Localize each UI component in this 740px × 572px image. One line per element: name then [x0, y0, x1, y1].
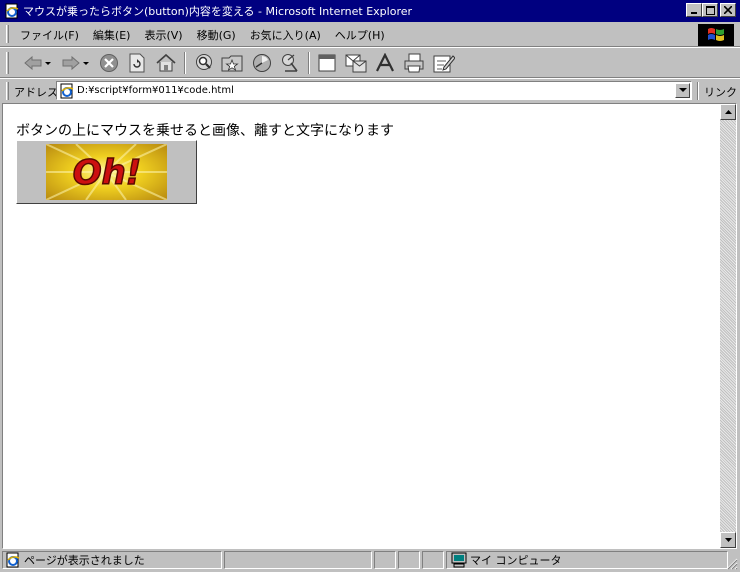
- fullscreen-button[interactable]: [316, 52, 338, 74]
- search-icon: [196, 54, 212, 70]
- history-button[interactable]: [250, 52, 274, 74]
- toolbar-separator: [308, 52, 310, 74]
- window-title: マウスが乗ったらボタン(button)内容を変える - Microsoft In…: [23, 5, 413, 18]
- close-button[interactable]: [720, 3, 736, 17]
- font-size-button[interactable]: [374, 52, 396, 74]
- back-button[interactable]: [20, 52, 54, 74]
- oh-image: Oh!: [46, 144, 167, 200]
- menu-edit[interactable]: 編集(E): [93, 27, 131, 43]
- print-button[interactable]: [402, 52, 426, 74]
- address-bar: アドレス リンク: [0, 78, 740, 102]
- address-label: アドレス: [14, 86, 58, 99]
- address-field[interactable]: [56, 81, 692, 100]
- links-grip[interactable]: [697, 82, 699, 100]
- oh-image-text: Oh!: [73, 153, 142, 193]
- windows-logo-throbber: [698, 24, 734, 46]
- windows-logo-icon: [708, 28, 724, 41]
- web-page: ボタンの上にマウスを乗せると画像、離すと文字になります Oh!: [3, 104, 719, 548]
- address-input[interactable]: [77, 83, 657, 97]
- menu-help[interactable]: ヘルプ(H): [335, 27, 385, 43]
- toolbar-separator: [184, 52, 186, 74]
- scroll-up-button[interactable]: [720, 104, 736, 120]
- printer-icon: [404, 53, 424, 73]
- addressbar-grip[interactable]: [6, 82, 9, 100]
- menubar-grip[interactable]: [6, 25, 9, 43]
- ie-page-icon: [5, 3, 19, 19]
- mail-icon: [345, 54, 367, 73]
- address-dropdown-button[interactable]: [675, 83, 690, 98]
- status-message: ページが表示されました: [24, 554, 145, 567]
- maximize-icon: [705, 5, 715, 15]
- page-instruction-text: ボタンの上にマウスを乗せると画像、離すと文字になります: [16, 123, 394, 139]
- close-icon: [724, 6, 732, 14]
- refresh-button[interactable]: [126, 52, 148, 74]
- edit-button[interactable]: [432, 52, 456, 74]
- channels-button[interactable]: [278, 52, 302, 74]
- home-button[interactable]: [154, 52, 178, 74]
- browser-content-frame: ボタンの上にマウスを乗せると画像、離すと文字になります Oh!: [2, 103, 737, 549]
- ie-page-icon: [60, 83, 74, 99]
- status-progress-panel: [224, 551, 372, 569]
- title-bar[interactable]: マウスが乗ったらボタン(button)内容を変える - Microsoft In…: [0, 0, 740, 22]
- image-toggle-button[interactable]: Oh!: [16, 140, 197, 204]
- chevron-down-icon: [678, 88, 687, 92]
- status-panel-empty: [422, 551, 444, 569]
- menu-favorites[interactable]: お気に入り(A): [250, 27, 321, 43]
- stop-icon: [100, 54, 118, 72]
- minimize-icon: [691, 12, 697, 14]
- standard-toolbar: [0, 47, 740, 78]
- scroll-down-button[interactable]: [720, 532, 736, 548]
- menu-file[interactable]: ファイル(F): [20, 27, 79, 43]
- history-icon: [253, 54, 271, 72]
- minimize-button[interactable]: [686, 3, 702, 17]
- status-zone-panel: マイ コンピュータ: [446, 551, 728, 569]
- menu-view[interactable]: 表示(V): [144, 27, 182, 43]
- links-button[interactable]: リンク: [704, 84, 737, 100]
- fullscreen-icon: [318, 54, 336, 72]
- mail-button[interactable]: [344, 52, 368, 74]
- search-button[interactable]: [192, 52, 216, 74]
- ie-page-icon: [6, 552, 20, 568]
- toolbar-grip[interactable]: [6, 52, 9, 74]
- stop-button[interactable]: [98, 52, 120, 74]
- maximize-button[interactable]: [702, 3, 718, 17]
- back-arrow-icon: [24, 55, 51, 71]
- computer-icon: [451, 552, 467, 568]
- scroll-up-arrow-icon: [724, 110, 732, 114]
- status-message-panel: ページが表示されました: [2, 551, 222, 569]
- refresh-icon: [129, 53, 145, 73]
- status-panel-empty: [374, 551, 396, 569]
- forward-button[interactable]: [58, 52, 92, 74]
- status-panel-empty: [398, 551, 420, 569]
- status-bar: ページが表示されました マイ コンピュータ: [0, 549, 740, 572]
- satellite-icon: [282, 54, 298, 72]
- font-a-icon: [376, 53, 394, 72]
- favorites-folder-icon: [221, 55, 243, 72]
- menu-go[interactable]: 移動(G): [197, 27, 236, 43]
- scroll-down-arrow-icon: [724, 538, 732, 542]
- resize-grip-icon[interactable]: [726, 558, 738, 570]
- menu-bar: ファイル(F) 編集(E) 表示(V) 移動(G) お気に入り(A) ヘルプ(H…: [0, 22, 740, 47]
- vertical-scrollbar[interactable]: [720, 104, 736, 548]
- edit-pencil-icon: [433, 55, 455, 73]
- forward-arrow-icon: [62, 55, 89, 71]
- favorites-button[interactable]: [220, 52, 244, 74]
- home-icon: [156, 53, 176, 72]
- status-zone-label: マイ コンピュータ: [470, 554, 562, 567]
